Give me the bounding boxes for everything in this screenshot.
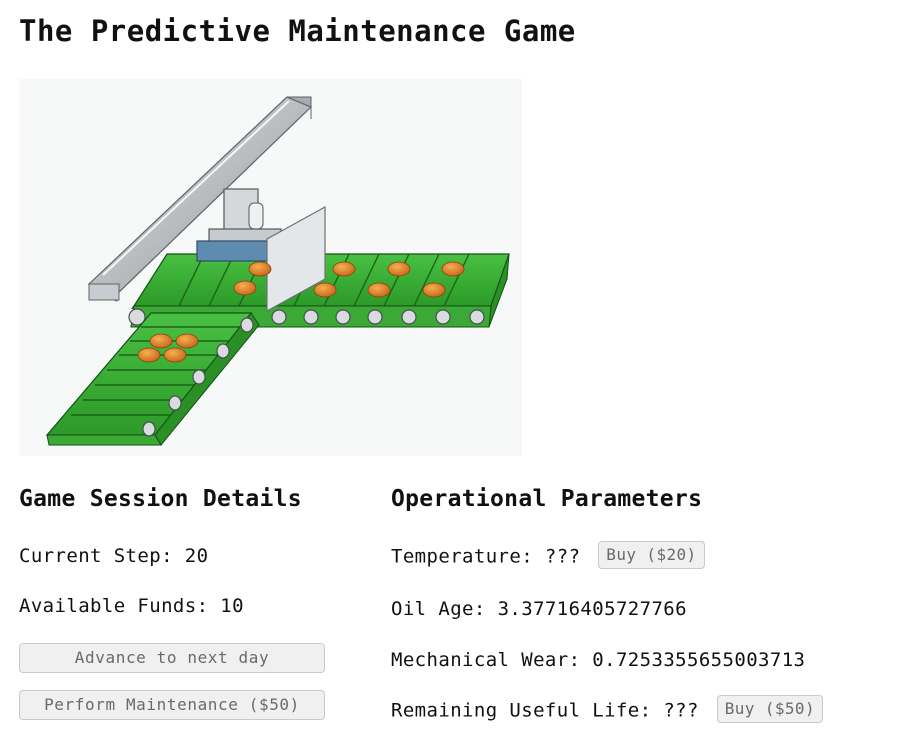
remaining-useful-life-value: ??? bbox=[663, 699, 699, 722]
available-funds-value: 10 bbox=[220, 595, 244, 617]
current-step: Current Step: 20 bbox=[19, 543, 208, 569]
session-heading: Game Session Details bbox=[19, 486, 302, 512]
mechanical-wear-value: 0.7253355655003713 bbox=[592, 649, 806, 671]
buy-remaining-useful-life-button[interactable]: Buy ($50) bbox=[716, 695, 823, 723]
remaining-useful-life-label: Remaining Useful Life: bbox=[391, 699, 652, 722]
parameters-heading: Operational Parameters bbox=[391, 486, 703, 512]
mechanical-wear-label: Mechanical Wear: bbox=[391, 649, 581, 671]
current-step-value: 20 bbox=[184, 545, 209, 567]
conveyor-belt-robot-icon bbox=[45, 96, 510, 446]
oil-age-value: 3.37716405727766 bbox=[497, 598, 687, 620]
oil-age-row: Oil Age: 3.37716405727766 bbox=[391, 596, 687, 622]
perform-maintenance-button[interactable]: Perform Maintenance ($50) bbox=[19, 690, 325, 720]
operational-parameters-panel: Operational Parameters Temperature: ??? … bbox=[391, 481, 891, 723]
temperature-row: Temperature: ??? Buy ($20) bbox=[391, 541, 705, 571]
page-title: The Predictive Maintenance Game bbox=[19, 14, 576, 48]
temperature-label: Temperature: bbox=[391, 545, 534, 568]
temperature-value: ??? bbox=[544, 545, 581, 568]
buy-temperature-button[interactable]: Buy ($20) bbox=[598, 541, 705, 569]
remaining-useful-life-row: Remaining Useful Life: ??? Buy ($50) bbox=[391, 695, 823, 725]
available-funds: Available Funds: 10 bbox=[19, 593, 244, 619]
conveyor-system-illustration bbox=[19, 79, 522, 456]
current-step-label: Current Step: bbox=[19, 545, 173, 567]
game-session-panel: Game Session Details Current Step: 20 Av… bbox=[19, 481, 349, 720]
oil-age-label: Oil Age: bbox=[391, 598, 486, 620]
available-funds-label: Available Funds: bbox=[19, 595, 209, 617]
mechanical-wear-row: Mechanical Wear: 0.7253355655003713 bbox=[391, 647, 805, 673]
advance-day-button[interactable]: Advance to next day bbox=[19, 643, 325, 673]
